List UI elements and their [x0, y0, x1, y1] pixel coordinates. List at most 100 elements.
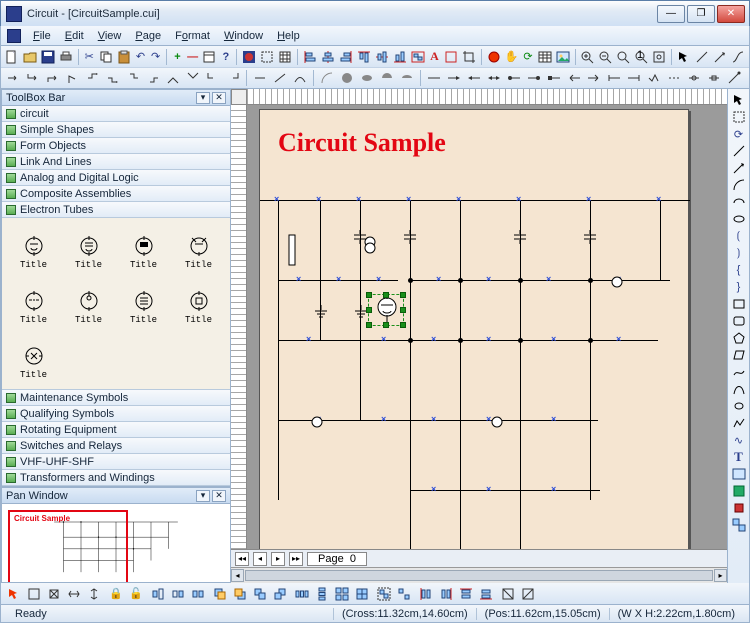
line-end-13-icon[interactable]: [665, 69, 683, 87]
image-tool-icon[interactable]: [730, 466, 748, 482]
tube-thumb-6[interactable]: Title: [61, 279, 116, 334]
link-curve-icon[interactable]: [730, 48, 746, 66]
link-line-icon[interactable]: [694, 48, 710, 66]
polyline-tool-icon[interactable]: [730, 415, 748, 431]
tube-thumb-5[interactable]: Title: [6, 279, 61, 334]
tab-prev-icon[interactable]: ◂: [253, 552, 267, 566]
link-arrow-icon[interactable]: [712, 48, 728, 66]
selection-box[interactable]: [368, 294, 404, 326]
zoom-region-icon[interactable]: [615, 48, 631, 66]
cat-vhf-uhf-shf[interactable]: VHF-UHF-SHF: [2, 454, 230, 470]
ruler-horizontal[interactable]: [247, 89, 727, 105]
image-insert-icon[interactable]: [555, 48, 571, 66]
pan-window[interactable]: Circuit Sample: [1, 504, 231, 583]
line-end-5-icon[interactable]: [505, 69, 523, 87]
rect-tool-icon[interactable]: [730, 296, 748, 312]
ellipse-tool-icon[interactable]: [730, 211, 748, 227]
arc-1-icon[interactable]: [318, 69, 336, 87]
text-tool-icon[interactable]: T: [730, 449, 748, 465]
cut-icon[interactable]: ✂: [83, 48, 96, 66]
resistor-comp[interactable]: [288, 235, 296, 268]
bt-misc-2-icon[interactable]: [519, 585, 537, 603]
bt-misc-1-icon[interactable]: [499, 585, 517, 603]
connector-5-icon[interactable]: [84, 69, 102, 87]
line-end-14-icon[interactable]: [685, 69, 703, 87]
splash-icon[interactable]: [241, 48, 257, 66]
connector-1-icon[interactable]: [4, 69, 22, 87]
line-end-8-icon[interactable]: [565, 69, 583, 87]
inline-circle-comp[interactable]: [310, 415, 324, 432]
tab-last-icon[interactable]: ▸▸: [289, 552, 303, 566]
save-icon[interactable]: [40, 48, 56, 66]
menu-help[interactable]: Help: [271, 28, 306, 44]
tube-thumb-1[interactable]: Title: [6, 224, 61, 279]
capacitor-comp[interactable]: [402, 230, 418, 247]
line-style-1-icon[interactable]: [251, 69, 269, 87]
bt-space-3-icon[interactable]: [333, 585, 351, 603]
select-box-icon[interactable]: [259, 48, 275, 66]
tab-next-icon[interactable]: ▸: [271, 552, 285, 566]
pan-close-icon[interactable]: ✕: [212, 490, 226, 502]
arc-2-icon[interactable]: [338, 69, 356, 87]
source-comp[interactable]: [360, 235, 380, 258]
rotate-tool-icon[interactable]: ⟳: [730, 126, 748, 142]
cat-circuit[interactable]: circuit: [2, 106, 230, 122]
pan-viewport[interactable]: [8, 510, 128, 583]
tube-thumb-2[interactable]: Title: [61, 224, 116, 279]
connector-7-icon[interactable]: [124, 69, 142, 87]
align-center-v-icon[interactable]: [320, 48, 336, 66]
rect-select-icon[interactable]: [730, 109, 748, 125]
paste-icon[interactable]: [116, 48, 132, 66]
bt-arrange-1-icon[interactable]: [211, 585, 229, 603]
shape-square-icon[interactable]: [443, 48, 459, 66]
bracket-left-icon[interactable]: ⟮: [730, 228, 748, 244]
bt-size-2-icon[interactable]: [169, 585, 187, 603]
bt-arrange-4-icon[interactable]: [271, 585, 289, 603]
cat-form-objects[interactable]: Form Objects: [2, 138, 230, 154]
ole-tool-icon[interactable]: [730, 483, 748, 499]
ruler-vertical[interactable]: [231, 105, 247, 549]
arrow-line-icon[interactable]: [730, 160, 748, 176]
brace-left-icon[interactable]: {: [730, 262, 748, 278]
zoom-100-icon[interactable]: 1: [633, 48, 649, 66]
cat-electron-tubes[interactable]: Electron Tubes: [2, 202, 230, 218]
bt-arrange-3-icon[interactable]: [251, 585, 269, 603]
connector-9-icon[interactable]: [164, 69, 182, 87]
properties-icon[interactable]: [201, 48, 217, 66]
bt-space-2-icon[interactable]: [313, 585, 331, 603]
new-icon[interactable]: [4, 48, 20, 66]
plus-icon[interactable]: +: [171, 48, 184, 66]
bt-unlock-icon[interactable]: 🔓: [127, 585, 145, 603]
ellipse-arc-icon[interactable]: [730, 194, 748, 210]
menu-page[interactable]: Page: [129, 28, 167, 44]
bracket-right-icon[interactable]: ⟯: [730, 245, 748, 261]
bt-arrange-2-icon[interactable]: [231, 585, 249, 603]
bt-lock-icon[interactable]: 🔒: [107, 585, 125, 603]
connector-10-icon[interactable]: [184, 69, 202, 87]
align-right-edge-icon[interactable]: [338, 48, 354, 66]
group-tool-icon[interactable]: [730, 517, 748, 533]
line-end-11-icon[interactable]: [625, 69, 643, 87]
connector-4-icon[interactable]: [64, 69, 82, 87]
inline-circle-comp[interactable]: [610, 275, 624, 292]
bt-dist-3-icon[interactable]: [457, 585, 475, 603]
cat-simple-shapes[interactable]: Simple Shapes: [2, 122, 230, 138]
cat-analog-digital-logic[interactable]: Analog and Digital Logic: [2, 170, 230, 186]
scroll-right-icon[interactable]: ▸: [714, 569, 727, 582]
align-left-edge-icon[interactable]: [302, 48, 318, 66]
bt-4-icon[interactable]: [65, 585, 83, 603]
bt-2-icon[interactable]: [25, 585, 43, 603]
cat-rotating-equipment[interactable]: Rotating Equipment: [2, 422, 230, 438]
zoom-out-icon[interactable]: [597, 48, 613, 66]
drawing-page[interactable]: Circuit Sample: [259, 109, 689, 549]
cat-link-and-lines[interactable]: Link And Lines: [2, 154, 230, 170]
cat-transformers-windings[interactable]: Transformers and Windings: [2, 470, 230, 486]
tube-thumb-7[interactable]: Title: [116, 279, 171, 334]
table-insert-icon[interactable]: [537, 48, 553, 66]
bt-group-icon[interactable]: [375, 585, 393, 603]
bezier-tool-icon[interactable]: [730, 381, 748, 397]
zoom-in-icon[interactable]: [579, 48, 595, 66]
bt-dist-1-icon[interactable]: [417, 585, 435, 603]
menu-edit[interactable]: Edit: [59, 28, 90, 44]
line-end-2-icon[interactable]: [445, 69, 463, 87]
